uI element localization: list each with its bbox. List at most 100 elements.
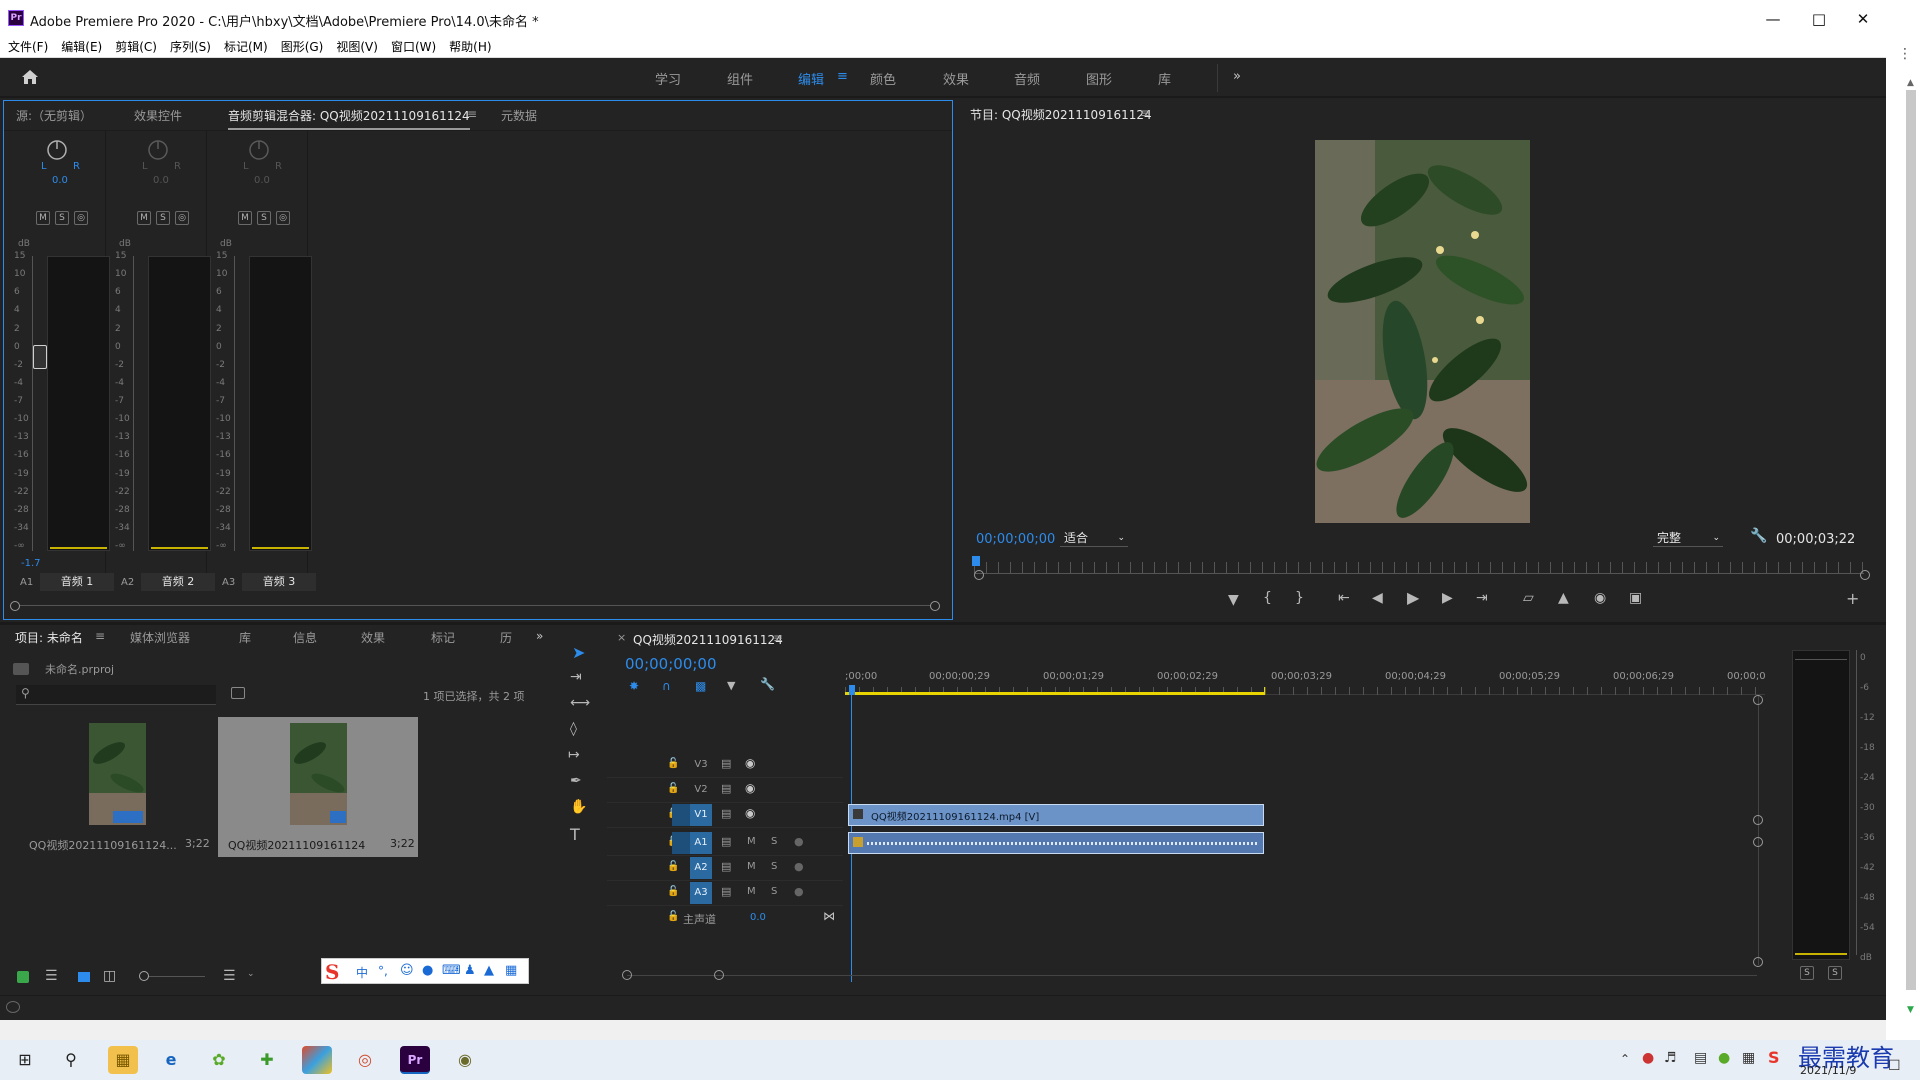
add-button-icon[interactable]: + — [1846, 589, 1859, 608]
mark-in-icon[interactable]: { — [1263, 590, 1272, 606]
track-target[interactable]: A1 — [690, 832, 712, 854]
pan-knob-icon[interactable] — [46, 139, 68, 164]
tray-green-icon[interactable]: ● — [1718, 1050, 1730, 1066]
chevron-down-icon[interactable]: ⌄ — [247, 969, 255, 979]
sync-lock-icon[interactable]: ▤ — [721, 807, 731, 820]
green-app-icon[interactable]: ✿ — [204, 1046, 234, 1074]
sync-lock-icon[interactable]: ▤ — [721, 782, 731, 795]
timeline-ruler[interactable]: ;00;00 00;00;00;29 00;00;01;29 00;00;02;29 0… — [845, 665, 1766, 695]
tab-media-browser[interactable]: 媒体浏览器 — [130, 629, 190, 646]
search-icon[interactable]: ⚲ — [56, 1046, 86, 1074]
fit-dropdown[interactable]: 适合 ⌄ — [1060, 529, 1128, 547]
workspace-learn[interactable]: 学习 — [655, 69, 681, 88]
workspace-libraries[interactable]: 库 — [1158, 69, 1171, 88]
mute-track-button[interactable]: M — [747, 861, 756, 872]
mixer-scrollbar[interactable] — [10, 601, 940, 611]
ime-toolbar[interactable]: S 中 °, ☺ ● ⌨ ♟ ▲ ▦ — [321, 958, 529, 984]
extract-icon[interactable]: ▲ — [1558, 590, 1569, 606]
pan-value[interactable]: 0.0 — [52, 175, 68, 186]
track-target[interactable]: A2 — [690, 857, 712, 879]
go-to-end-icon[interactable]: ⋈ — [823, 909, 835, 923]
notification-icon[interactable]: ☐ — [1888, 1058, 1901, 1074]
menu-clip[interactable]: 剪辑(C) — [107, 38, 162, 57]
speaker-icon[interactable]: ♬ — [1664, 1050, 1677, 1066]
track-target[interactable]: V3 — [690, 754, 712, 776]
solo-left-button[interactable]: S — [1800, 966, 1814, 980]
add-marker-icon[interactable]: ▼ — [727, 679, 735, 692]
sync-lock-icon[interactable]: ▤ — [721, 860, 731, 873]
scroll-down-icon[interactable]: ▼ — [1907, 1005, 1914, 1015]
ripple-edit-tool-icon[interactable]: ⟷ — [570, 695, 590, 711]
lock-icon[interactable]: 🔓 — [667, 861, 679, 872]
workspace-audio[interactable]: 音频 — [1014, 69, 1040, 88]
sync-lock-icon[interactable]: ▤ — [721, 885, 731, 898]
vscroll-handle-audio[interactable] — [1753, 837, 1763, 847]
menu-graphics[interactable]: 图形(G) — [273, 38, 329, 57]
plus-app-icon[interactable]: ✚ — [252, 1046, 282, 1074]
ime-user-icon[interactable]: ♟ — [464, 963, 476, 978]
video-clip[interactable]: QQ视频20211109161124.mp4 [V] — [848, 804, 1264, 826]
razor-tool-icon[interactable]: ◊ — [570, 721, 577, 737]
vscroll-handle-bottom[interactable] — [1753, 957, 1763, 967]
mute-button[interactable]: M — [137, 211, 151, 225]
project-search-input[interactable]: ⚲ — [16, 685, 216, 705]
play-icon[interactable]: ▶ — [1407, 588, 1419, 607]
project-item[interactable]: QQ视频20211109161124... 3;22 — [15, 717, 215, 857]
eye-icon[interactable]: ◉ — [745, 781, 755, 795]
pen-tool-icon[interactable]: ✒ — [570, 773, 582, 789]
step-forward-icon[interactable]: ▶ — [1442, 590, 1453, 606]
zoom-handle-right[interactable] — [1860, 570, 1870, 580]
go-to-in-icon[interactable]: ⇤ — [1338, 590, 1350, 606]
microphone-icon[interactable]: ● — [794, 885, 804, 898]
tab-menu-icon[interactable]: ≡ — [467, 107, 477, 121]
sync-lock-icon[interactable]: ▤ — [721, 757, 731, 770]
ime-skin-icon[interactable]: ▲ — [484, 963, 494, 978]
ime-toolbox-icon[interactable]: ▦ — [505, 963, 517, 978]
hscroll-handle-right[interactable] — [714, 970, 724, 980]
lock-icon[interactable]: 🔓 — [667, 886, 679, 897]
scrollbar-handle-left[interactable] — [10, 601, 20, 611]
menu-edit[interactable]: 编辑(E) — [53, 38, 107, 57]
hscroll-handle-left[interactable] — [622, 970, 632, 980]
workspace-editing[interactable]: 编辑 — [798, 69, 824, 88]
lock-icon[interactable]: 🔓 — [667, 758, 679, 769]
list-view-icon[interactable]: ☰ — [45, 968, 58, 984]
track-target[interactable]: V1 — [690, 804, 712, 826]
new-bin-icon[interactable] — [231, 687, 245, 699]
channel-name[interactable]: 音频 2 — [141, 573, 215, 591]
snap-icon[interactable]: ∩ — [662, 679, 671, 693]
ime-keyboard-icon[interactable]: ⌨ — [442, 963, 461, 978]
record-button[interactable]: ◎ — [276, 211, 290, 225]
tab-info[interactable]: 信息 — [293, 629, 317, 646]
icon-view-icon[interactable] — [78, 972, 90, 982]
vertical-dots-icon[interactable]: ⋮ — [1898, 46, 1912, 62]
microphone-icon[interactable]: ● — [794, 860, 804, 873]
pan-value[interactable]: 0.0 — [153, 175, 169, 186]
comparison-view-icon[interactable]: ▣ — [1629, 590, 1642, 606]
mute-button[interactable]: M — [36, 211, 50, 225]
tab-audio-clip-mixer[interactable]: 音频剪辑混合器: QQ视频20211109161124 — [228, 107, 470, 130]
lock-icon[interactable]: 🔓 — [667, 783, 679, 794]
ime-emoji-icon[interactable]: ☺ — [400, 963, 414, 978]
tab-source[interactable]: 源:（无剪辑） — [16, 107, 92, 124]
menu-window[interactable]: 窗口(W) — [383, 38, 441, 57]
timeline-settings-icon[interactable]: 🔧 — [760, 677, 775, 691]
solo-button[interactable]: S — [55, 211, 69, 225]
menu-help[interactable]: 帮助(H) — [441, 38, 496, 57]
workspace-menu-icon[interactable]: ≡ — [837, 69, 848, 84]
menu-marker[interactable]: 标记(M) — [216, 38, 273, 57]
step-back-icon[interactable]: ◀ — [1372, 590, 1383, 606]
edge-browser-icon[interactable]: e — [156, 1046, 186, 1074]
tab-effects[interactable]: 效果 — [361, 629, 385, 646]
timeline-tab-menu-icon[interactable]: ≡ — [773, 631, 783, 645]
vscroll-handle-top[interactable] — [1753, 695, 1763, 705]
lock-icon[interactable] — [17, 971, 29, 983]
tab-libraries[interactable]: 库 — [239, 629, 251, 646]
pan-value[interactable]: 0.0 — [254, 175, 270, 186]
track-target[interactable]: V2 — [690, 779, 712, 801]
network-icon[interactable]: ▤ — [1694, 1050, 1707, 1066]
tray-ime-icon[interactable]: ▦ — [1742, 1050, 1755, 1066]
solo-track-button[interactable]: S — [771, 861, 777, 872]
program-menu-icon[interactable]: ≡ — [1140, 106, 1150, 120]
mark-out-icon[interactable]: } — [1295, 590, 1304, 606]
